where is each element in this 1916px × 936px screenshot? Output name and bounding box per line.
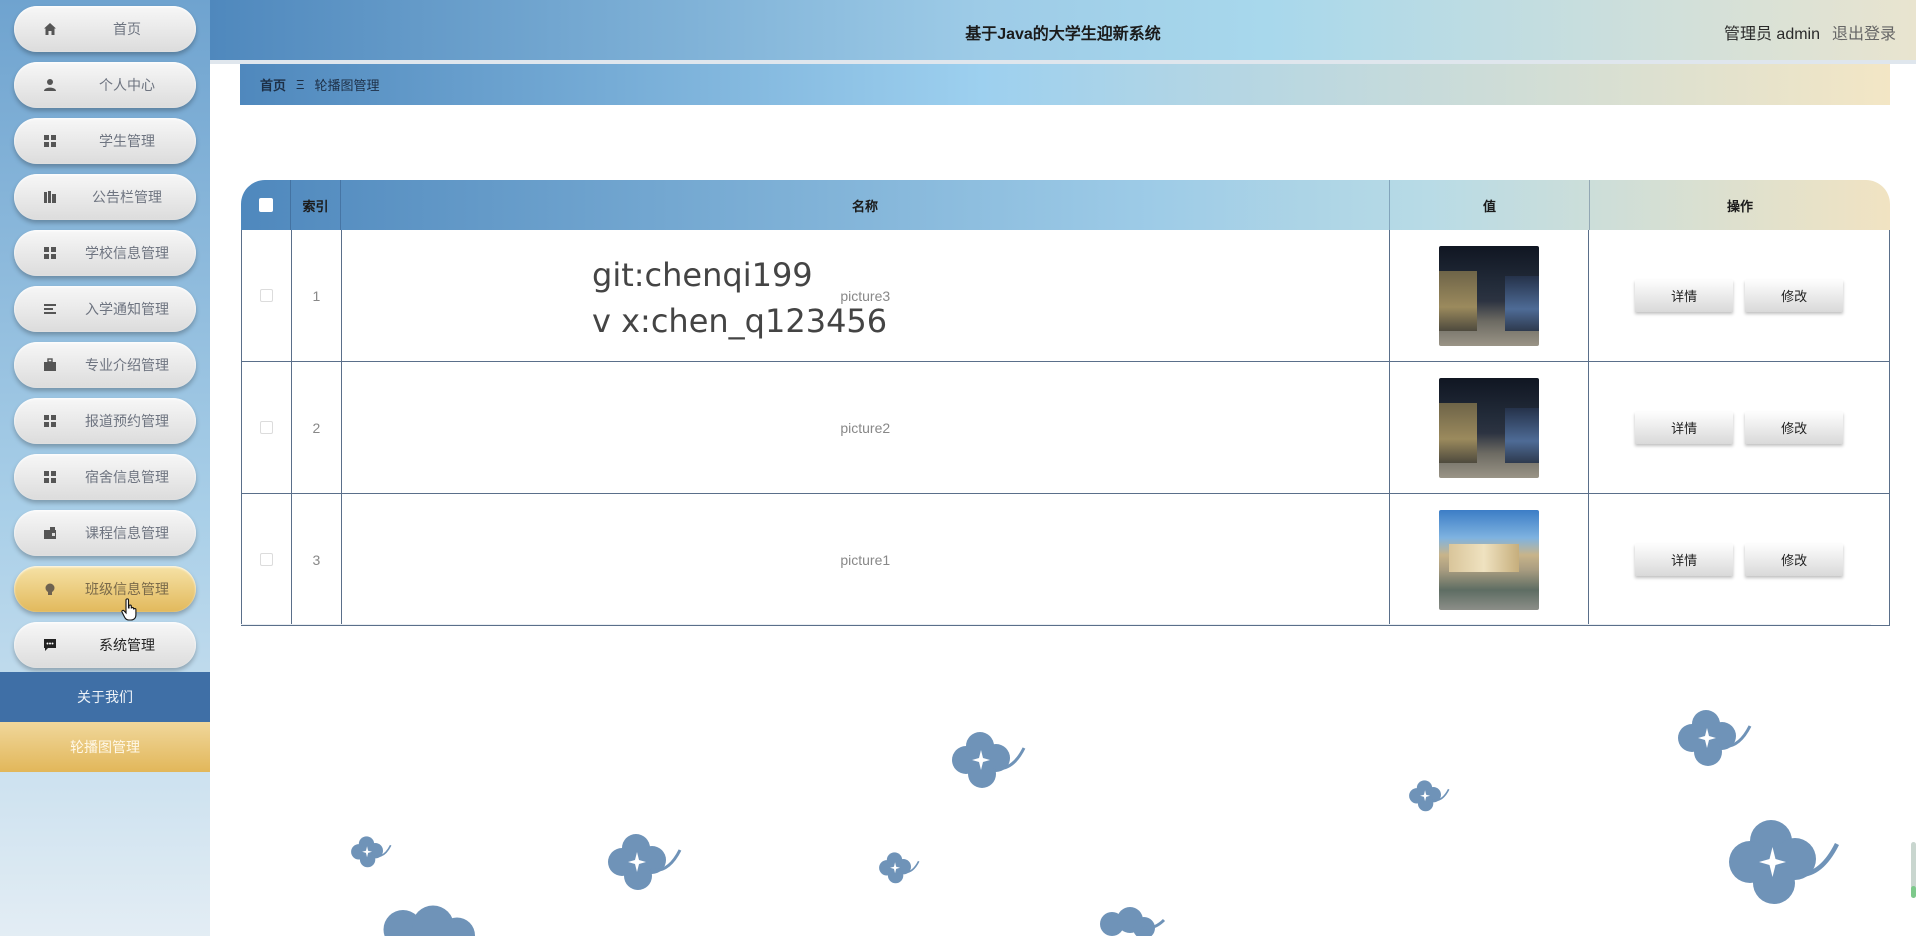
row-image-cell bbox=[1390, 494, 1590, 625]
row-actions: 详情 修改 bbox=[1589, 362, 1889, 493]
submenu-about-us[interactable]: 关于我们 bbox=[0, 672, 210, 722]
grid-icon bbox=[42, 133, 58, 149]
table-footer-line bbox=[241, 624, 1871, 625]
row-actions: 详情 修改 bbox=[1589, 230, 1889, 361]
row-name: picture2 bbox=[342, 362, 1390, 493]
briefcase-icon bbox=[42, 357, 58, 373]
day-building-image[interactable] bbox=[1438, 509, 1539, 610]
row-select-cell bbox=[242, 494, 292, 625]
edit-button[interactable]: 修改 bbox=[1745, 543, 1844, 576]
sidebar-item-notice-board[interactable]: 公告栏管理 bbox=[14, 174, 196, 220]
row-index: 1 bbox=[292, 230, 342, 361]
table-row: 3 picture1 详情 修改 bbox=[241, 494, 1890, 626]
sidebar-item-admission-notice[interactable]: 入学通知管理 bbox=[14, 286, 196, 332]
row-name: picture1 bbox=[342, 494, 1390, 625]
clover-decoration-icon bbox=[608, 834, 682, 890]
row-index: 2 bbox=[292, 362, 342, 493]
clover-decoration-icon bbox=[351, 836, 392, 868]
detail-button[interactable]: 详情 bbox=[1635, 543, 1734, 576]
page-scrollbar[interactable] bbox=[1911, 842, 1916, 898]
clover-decoration-icon bbox=[952, 732, 1026, 788]
clover-decoration-icon bbox=[1409, 780, 1450, 812]
bars-icon bbox=[42, 189, 58, 205]
grid-icon bbox=[42, 413, 58, 429]
row-index: 3 bbox=[292, 494, 342, 625]
sidebar-item-registration-booking[interactable]: 报道预约管理 bbox=[14, 398, 196, 444]
sidebar-item-students[interactable]: 学生管理 bbox=[14, 118, 196, 164]
breadcrumb: 首页 Ξ 轮播图管理 bbox=[240, 64, 1890, 105]
banner-table: 索引 名称 值 操作 1 picture3 详情 修改 2 picture2 详… bbox=[241, 180, 1890, 626]
top-header: 基于Java的大学生迎新系统 管理员 admin 退出登录 bbox=[210, 0, 1916, 60]
sidebar-item-system[interactable]: 系统管理 bbox=[14, 622, 196, 668]
clover-decoration-icon bbox=[1678, 710, 1752, 766]
row-checkbox[interactable] bbox=[259, 553, 273, 566]
row-image-cell bbox=[1390, 362, 1590, 493]
sidebar-item-course-info[interactable]: 课程信息管理 bbox=[14, 510, 196, 556]
clover-decoration-icon bbox=[879, 852, 920, 884]
breadcrumb-current: 轮播图管理 bbox=[314, 78, 380, 93]
grid-icon bbox=[42, 245, 58, 261]
row-checkbox[interactable] bbox=[259, 289, 273, 302]
detail-button[interactable]: 详情 bbox=[1635, 411, 1734, 444]
clover-decoration-icon bbox=[383, 905, 475, 936]
row-name: picture3 bbox=[342, 230, 1390, 361]
table-row: 2 picture2 详情 修改 bbox=[241, 362, 1890, 494]
clover-decoration-icon bbox=[1100, 907, 1166, 936]
user-icon bbox=[42, 77, 58, 93]
table-header: 索引 名称 值 操作 bbox=[241, 180, 1890, 230]
submenu-banner-management[interactable]: 轮播图管理 bbox=[0, 722, 210, 772]
sidebar-item-class-info[interactable]: 班级信息管理 bbox=[14, 566, 196, 612]
row-actions: 详情 修改 bbox=[1589, 494, 1889, 625]
current-user: 管理员 admin bbox=[1723, 26, 1820, 43]
column-header-value: 值 bbox=[1390, 180, 1590, 230]
bulb-icon bbox=[42, 581, 58, 597]
row-image-cell bbox=[1390, 230, 1590, 361]
sidebar-item-home[interactable]: 首页 bbox=[14, 6, 196, 52]
row-select-cell bbox=[242, 230, 292, 361]
list-icon bbox=[42, 301, 58, 317]
hand-cursor-icon bbox=[121, 598, 137, 621]
chat-icon bbox=[42, 637, 58, 653]
night-campus-image[interactable] bbox=[1438, 377, 1539, 478]
wallet-icon bbox=[42, 525, 58, 541]
sidebar: 首页 个人中心 学生管理 公告栏管理 学校信息管理 入学通知管理 专业介绍管理 … bbox=[0, 0, 210, 936]
grid-icon bbox=[42, 469, 58, 485]
column-header-name: 名称 bbox=[341, 180, 1390, 230]
select-all-cell bbox=[241, 180, 291, 230]
sidebar-item-dorm-info[interactable]: 宿舍信息管理 bbox=[14, 454, 196, 500]
sidebar-item-major-intro[interactable]: 专业介绍管理 bbox=[14, 342, 196, 388]
row-select-cell bbox=[242, 362, 292, 493]
column-header-actions: 操作 bbox=[1726, 198, 1753, 214]
home-icon bbox=[42, 21, 58, 37]
night-campus-image[interactable] bbox=[1438, 245, 1539, 346]
breadcrumb-home[interactable]: 首页 bbox=[260, 75, 286, 94]
column-header-index: 索引 bbox=[291, 180, 341, 230]
select-all-checkbox[interactable] bbox=[258, 198, 273, 212]
app-title: 基于Java的大学生迎新系统 bbox=[965, 26, 1161, 43]
logout-link[interactable]: 退出登录 bbox=[1832, 20, 1896, 44]
edit-button[interactable]: 修改 bbox=[1745, 411, 1844, 444]
detail-button[interactable]: 详情 bbox=[1635, 279, 1734, 312]
breadcrumb-separator: Ξ bbox=[296, 77, 305, 92]
table-row: 1 picture3 详情 修改 bbox=[241, 230, 1890, 362]
sidebar-item-profile[interactable]: 个人中心 bbox=[14, 62, 196, 108]
edit-button[interactable]: 修改 bbox=[1745, 279, 1844, 312]
sidebar-item-school-info[interactable]: 学校信息管理 bbox=[14, 230, 196, 276]
clover-decoration-icon bbox=[1729, 820, 1840, 904]
row-checkbox[interactable] bbox=[259, 421, 273, 434]
